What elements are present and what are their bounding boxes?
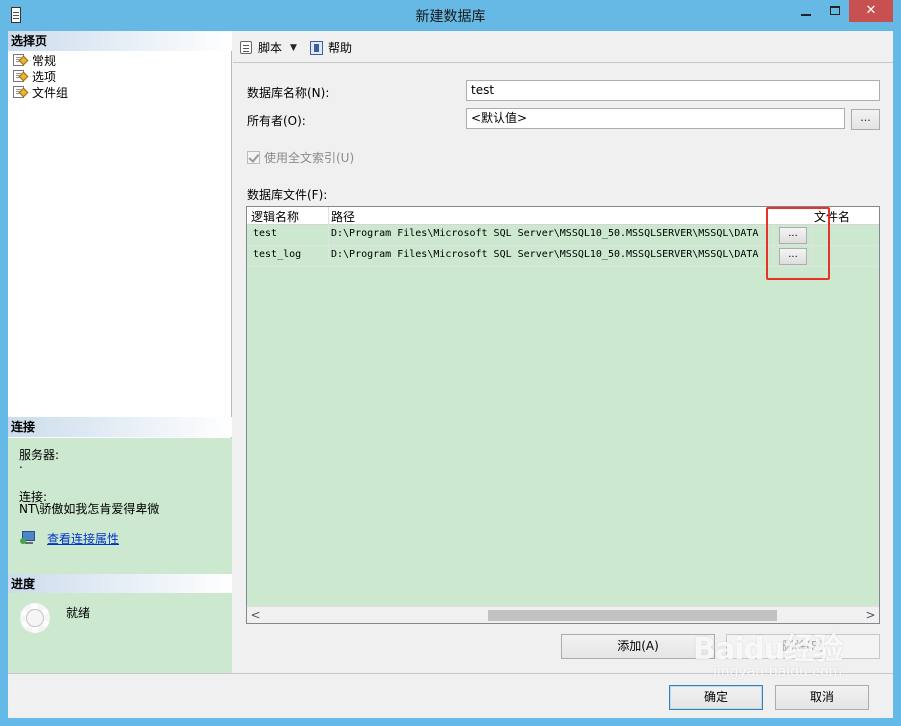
connection-header: 连接: [8, 417, 232, 437]
close-icon: ✕: [865, 3, 877, 18]
window-title: 新建数据库: [415, 9, 486, 25]
connection-properties-icon: [20, 530, 38, 545]
close-button[interactable]: ✕: [849, 0, 893, 22]
page-icon: [12, 85, 29, 99]
page-icon: [12, 53, 29, 67]
page-item-label: 选项: [32, 69, 57, 84]
help-button[interactable]: 帮助: [309, 39, 352, 56]
page-item-general[interactable]: 常规: [12, 52, 68, 68]
script-label: 脚本: [258, 41, 283, 55]
scroll-right-icon[interactable]: >: [862, 607, 879, 623]
app-window: 新建数据库 ✕ 选择页 常规 选项 文件组 连接 服务器: . 连接: NT\骄…: [0, 0, 901, 726]
page-list: 常规 选项 文件组: [12, 52, 68, 100]
minimize-button[interactable]: [791, 0, 821, 22]
page-item-options[interactable]: 选项: [12, 68, 68, 84]
scroll-left-icon[interactable]: <: [247, 607, 264, 623]
db-name-input[interactable]: test: [466, 80, 880, 101]
connection-value: NT\骄傲如我怎肯爱得卑微: [19, 502, 160, 516]
owner-input[interactable]: <默认值>: [466, 108, 845, 129]
path-cell[interactable]: D:\Program Files\Microsoft SQL Server\MS…: [331, 228, 758, 239]
page-item-filegroups[interactable]: 文件组: [12, 84, 68, 100]
column-header-path[interactable]: 路径: [331, 208, 355, 225]
watermark-main: Baidu经验: [693, 632, 843, 667]
owner-browse-button[interactable]: ...: [851, 109, 880, 130]
annotation-highlight-box: [766, 207, 830, 280]
column-header-logical-name[interactable]: 逻辑名称: [251, 208, 299, 225]
view-connection-properties-link[interactable]: 查看连接属性: [47, 530, 119, 547]
help-book-icon: [309, 40, 325, 56]
horizontal-scrollbar[interactable]: < >: [247, 606, 879, 623]
progress-status: 就绪: [66, 606, 91, 620]
fulltext-option: 使用全文索引(U): [247, 149, 354, 166]
watermark-sub: jingyan.baidu.com: [713, 664, 843, 680]
right-panel: 脚本 ▼ 帮助 数据库名称(N): test 所有者(O): <默认值> ...…: [233, 31, 893, 673]
logical-name-cell[interactable]: test: [253, 228, 277, 239]
fulltext-label: 使用全文索引(U): [264, 151, 355, 165]
add-button[interactable]: 添加(A): [561, 634, 715, 659]
select-page-header: 选择页: [8, 31, 232, 51]
maximize-button[interactable]: [821, 0, 849, 22]
script-button[interactable]: 脚本 ▼: [239, 39, 297, 56]
logical-name-cell[interactable]: test_log: [253, 249, 301, 260]
path-cell[interactable]: D:\Program Files\Microsoft SQL Server\MS…: [331, 249, 758, 260]
dialog-client: 选择页 常规 选项 文件组 连接 服务器: . 连接: NT\骄傲如我怎肯爱得卑…: [8, 31, 893, 718]
chevron-down-icon[interactable]: ▼: [290, 43, 297, 53]
fulltext-checkbox: [247, 151, 260, 164]
help-label: 帮助: [328, 41, 353, 55]
server-label: 服务器:: [19, 448, 60, 462]
maximize-icon: [830, 6, 840, 15]
page-icon: [12, 69, 29, 83]
left-panel: 选择页 常规 选项 文件组 连接 服务器: . 连接: NT\骄傲如我怎肯爱得卑…: [8, 31, 232, 673]
page-item-label: 常规: [32, 53, 57, 68]
db-files-label: 数据库文件(F):: [247, 188, 328, 202]
script-icon: [239, 40, 255, 56]
title-bar[interactable]: 新建数据库 ✕: [0, 0, 901, 30]
page-item-label: 文件组: [32, 85, 69, 100]
toolbar: 脚本 ▼ 帮助: [233, 31, 893, 63]
progress-header: 进度: [8, 574, 232, 594]
minimize-icon: [801, 14, 811, 16]
progress-spinner-icon: [20, 603, 50, 633]
db-name-label: 数据库名称(N):: [247, 86, 330, 100]
baidu-watermark: Baidu经验 jingyan.baidu.com: [693, 624, 883, 694]
scrollbar-thumb[interactable]: [488, 610, 777, 621]
server-value: .: [19, 457, 23, 471]
owner-label: 所有者(O):: [247, 114, 306, 128]
